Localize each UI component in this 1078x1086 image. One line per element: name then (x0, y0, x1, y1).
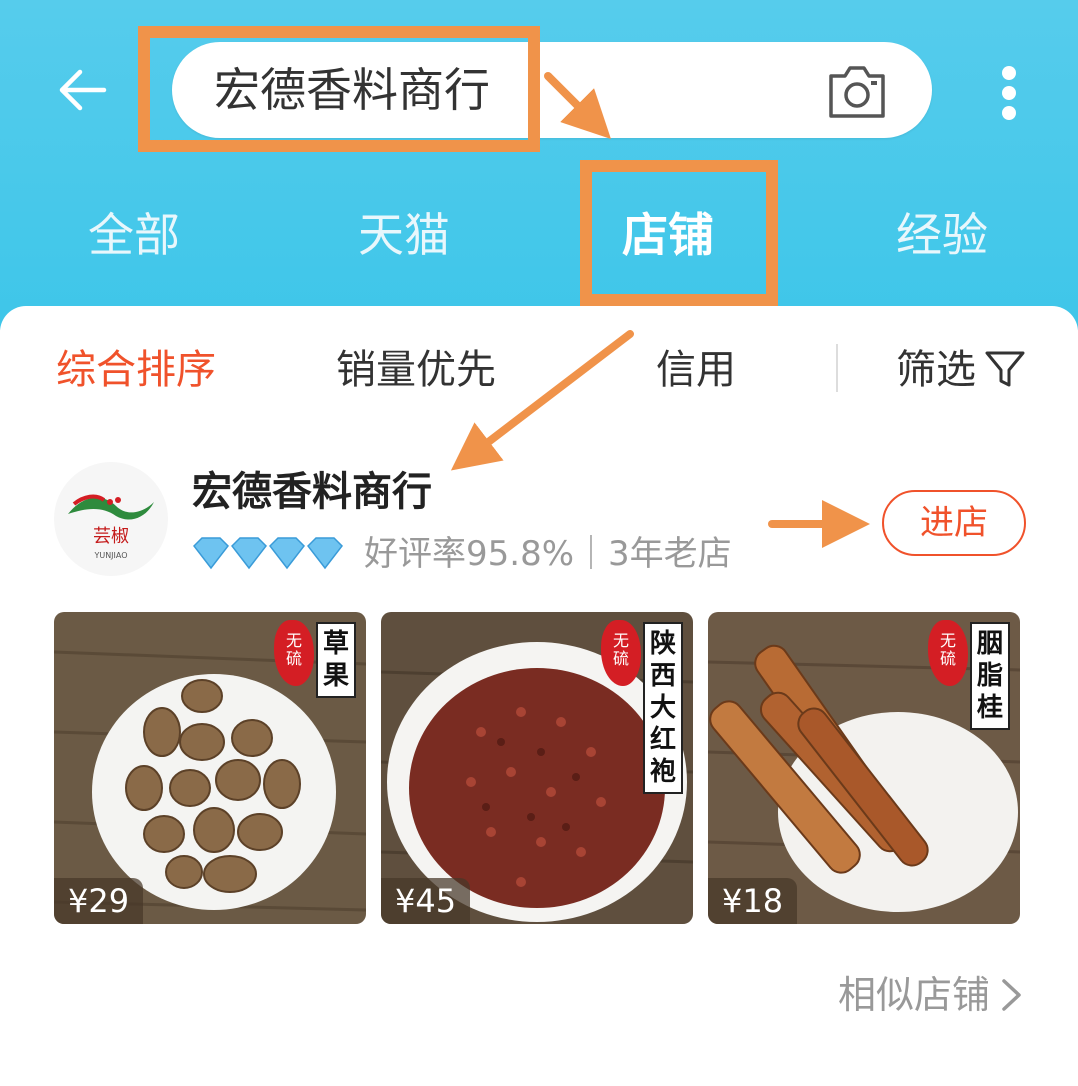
annotation-arrows (450, 72, 870, 548)
